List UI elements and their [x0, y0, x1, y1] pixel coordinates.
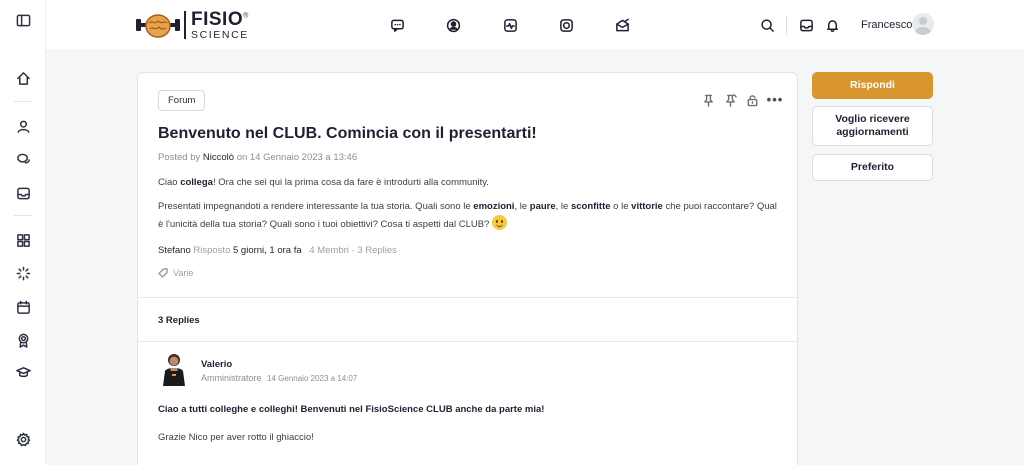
last-reply-label: Risposto — [193, 245, 231, 256]
last-reply-time-link[interactable]: 5 giorni, 1 ora fa — [233, 245, 302, 256]
header-divider — [786, 15, 787, 35]
top-header: FISIO® SCIENCE Francesco — [46, 0, 1024, 51]
p2-part: , le — [514, 201, 530, 212]
p2-bold: vittorie — [631, 201, 663, 212]
inbox-header-icon[interactable] — [797, 16, 815, 34]
divider — [138, 297, 797, 298]
more-options-icon[interactable]: ••• — [766, 92, 784, 108]
p1-bold: collega — [180, 177, 213, 188]
p2-bold: paure — [529, 201, 556, 212]
logo-registered: ® — [243, 12, 249, 20]
reply-text-bold: Ciao a tutti colleghe e colleghi! Benven… — [158, 404, 545, 415]
replies-count: 3 Replies — [158, 315, 200, 326]
topic-title: Benvenuto nel CLUB. Comincia con il pres… — [158, 125, 537, 142]
search-icon[interactable] — [758, 16, 776, 34]
brain-dumbbell-logo-icon — [136, 14, 180, 38]
topic-card: Forum ••• Benvenuto nel CLUB. Comincia c… — [137, 72, 798, 465]
username[interactable]: Francesco — [861, 19, 912, 31]
user-circle-icon[interactable] — [444, 16, 462, 34]
mail-open-icon[interactable] — [613, 16, 631, 34]
reply-author-role: Amministratore — [201, 373, 262, 383]
logo-word-science: SCIENCE — [191, 28, 249, 41]
notification-bell-icon[interactable] — [823, 16, 841, 34]
pin-icon[interactable] — [700, 92, 716, 108]
divider — [138, 341, 797, 342]
p1-part: Ciao — [158, 177, 181, 188]
p2-part: o le — [610, 201, 632, 212]
sidebar-toggle-icon[interactable] — [13, 10, 33, 30]
p2-bold: emozioni — [473, 201, 515, 212]
reply-button[interactable]: Rispondi — [812, 72, 933, 99]
posted-by-prefix: Posted by — [158, 152, 201, 163]
topic-stats: 4 Membri · 3 Replies — [309, 245, 397, 256]
reply-author-name[interactable]: Valerio — [201, 359, 232, 370]
user-icon[interactable] — [13, 116, 33, 136]
inbox-icon[interactable] — [13, 183, 33, 203]
left-rail — [0, 0, 46, 465]
calendar-icon[interactable] — [13, 297, 33, 317]
lock-open-icon[interactable] — [744, 92, 760, 108]
p1-part: ! Ora che sei qui la prima cosa da fare … — [212, 177, 489, 188]
graduation-cap-icon[interactable] — [13, 362, 33, 382]
posted-by: Posted by Niccolò on 14 Gennaio 2023 a 1… — [158, 152, 357, 163]
settings-icon[interactable] — [13, 429, 33, 449]
reply-date: 14 Gennaio 2023 a 14:07 — [267, 374, 358, 383]
subscribe-button[interactable]: Voglio ricevere aggiornamenti — [812, 106, 933, 146]
p2-part: Presentati impegnandoti a rendere intere… — [158, 201, 474, 212]
award-icon[interactable] — [13, 330, 33, 350]
logo-wordmark: FISIO® SCIENCE — [191, 10, 249, 41]
rail-divider — [14, 215, 32, 216]
topic-tag[interactable]: Varie — [158, 268, 193, 278]
smiley-emoji-icon — [492, 215, 508, 230]
logo-word-fisio: FISIO — [191, 8, 244, 30]
chat-icon[interactable] — [388, 16, 406, 34]
activity-icon[interactable] — [501, 16, 519, 34]
tag-icon — [158, 268, 168, 278]
topic-paragraph-1: Ciao collega! Ora che sei qui la prima c… — [158, 174, 783, 191]
fisioscience-logo[interactable]: FISIO® SCIENCE — [136, 8, 249, 42]
unpin-icon[interactable] — [722, 92, 738, 108]
favorite-button[interactable]: Preferito — [812, 154, 933, 181]
topic-actions: ••• — [700, 92, 784, 108]
logo-divider — [184, 11, 186, 39]
reply-text: Grazie Nico per aver rotto il ghiaccio! — [158, 432, 314, 443]
home-icon[interactable] — [13, 68, 33, 88]
topic-tag-label: Varie — [173, 268, 194, 278]
user-avatar[interactable] — [912, 13, 934, 35]
apps-grid-icon[interactable] — [13, 230, 33, 250]
last-reply-user-link[interactable]: Stefano — [158, 245, 191, 256]
camera-icon[interactable] — [557, 16, 575, 34]
chat-bubbles-icon[interactable] — [13, 149, 33, 169]
reply-author-avatar[interactable] — [161, 352, 187, 386]
rail-divider — [14, 101, 32, 102]
loader-icon[interactable] — [13, 263, 33, 283]
reply-author-meta: Amministratore 14 Gennaio 2023 a 14:07 — [201, 373, 357, 383]
topic-paragraph-2: Presentati impegnandoti a rendere intere… — [158, 198, 783, 233]
p2-part: , le — [555, 201, 571, 212]
forum-badge-button[interactable]: Forum — [158, 90, 206, 111]
p2-bold: sconfitte — [570, 201, 611, 212]
posted-by-author-link[interactable]: Niccolò — [203, 152, 234, 163]
posted-on-date: on 14 Gennaio 2023 a 13:46 — [236, 152, 358, 163]
topic-meta: Stefano Risposto 5 giorni, 1 ora fa 4 Me… — [158, 245, 397, 256]
